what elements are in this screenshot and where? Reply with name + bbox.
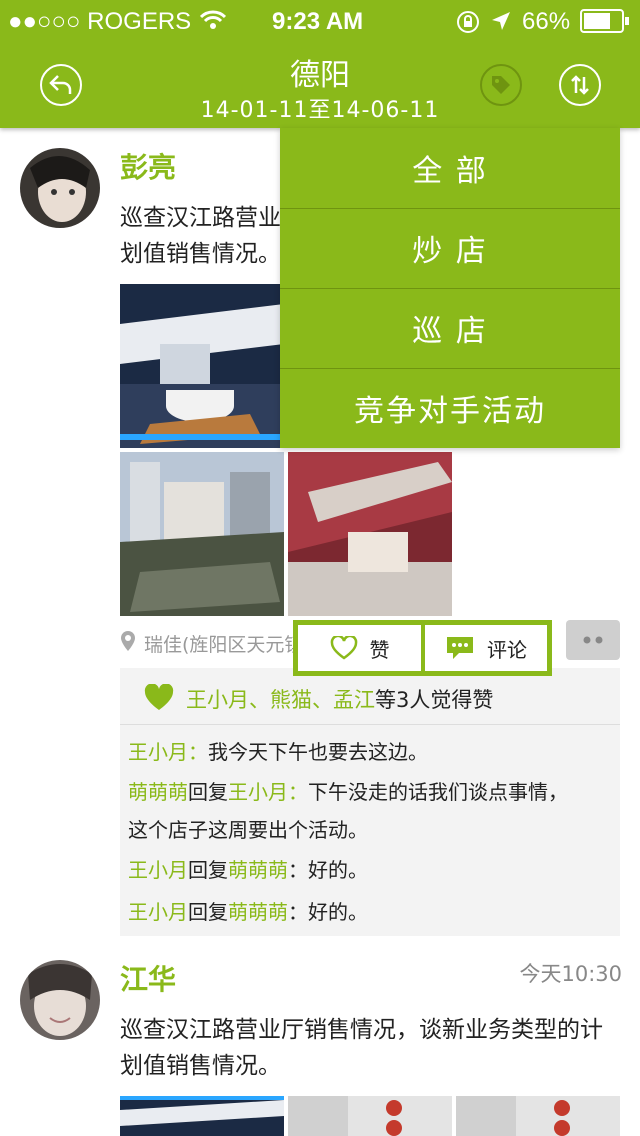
comment-user[interactable]: 王小月: [128, 900, 188, 924]
page-title: 德阳: [290, 58, 350, 93]
likes-suffix: 等3人觉得赞: [375, 688, 494, 712]
menu-item-store-inspection[interactable]: 巡 店: [280, 288, 620, 368]
filter-tag-button[interactable]: [480, 64, 522, 106]
battery-icon: [580, 9, 630, 37]
like-label: 赞: [369, 637, 390, 662]
reply-word: 回复: [188, 780, 228, 804]
heart-filled-icon: [144, 684, 174, 710]
liker-names[interactable]: 王小月、熊猫、孟江: [186, 688, 375, 712]
comment-label: 评论: [487, 637, 527, 662]
comment-colon: ：: [288, 780, 308, 804]
location-arrow-icon: [490, 10, 512, 36]
comment-text: 好的。: [308, 900, 368, 924]
reply-target[interactable]: 王小月: [228, 780, 288, 804]
comment-user[interactable]: 王小月: [128, 858, 188, 882]
comment-text: 好的。: [308, 858, 368, 882]
tag-icon: [492, 76, 510, 94]
reply-word: 回复: [188, 858, 228, 882]
menu-item-all[interactable]: 全 部: [280, 128, 620, 208]
dots-icon: [558, 632, 603, 648]
reply-target[interactable]: 萌萌萌: [228, 900, 288, 924]
avatar[interactable]: [20, 148, 100, 228]
comment-item[interactable]: 王小月：我今天下午也要去这边。: [128, 736, 428, 765]
battery-percent: 66%: [522, 8, 571, 35]
date-range: 14-01-11至14-06-11: [200, 98, 440, 123]
menu-item-promotion-store[interactable]: 炒 店: [280, 208, 620, 288]
comment-text-continued: 这个店子这周要出个活动。: [128, 818, 368, 842]
action-bar: 赞 评论: [293, 620, 552, 676]
post-photo[interactable]: [120, 1096, 284, 1136]
post-author[interactable]: 江华: [120, 958, 176, 998]
post-text-line: 巡查汉江路营业: [120, 205, 281, 231]
more-options-button[interactable]: [558, 620, 620, 660]
comment-item[interactable]: 王小月回复萌萌萌：好的。: [128, 854, 368, 883]
post-photo[interactable]: [120, 452, 284, 616]
menu-item-competitor-activity[interactable]: 竞争对手活动: [280, 368, 620, 448]
heart-outline-icon: [330, 636, 357, 660]
reply-target[interactable]: 萌萌萌: [228, 858, 288, 882]
filter-dropdown-menu: 全 部 炒 店 巡 店 竞争对手活动: [280, 128, 620, 448]
clock-label: 9:23 AM: [272, 8, 364, 35]
location-pin-icon: [120, 630, 136, 656]
sort-button[interactable]: [559, 64, 601, 106]
comment-item[interactable]: 萌萌萌回复王小月：下午没走的话我们谈点事情，: [128, 776, 568, 805]
reply-word: 回复: [188, 900, 228, 924]
likes-comments-panel: 王小月、熊猫、孟江等3人觉得赞 王小月：我今天下午也要去这边。 萌萌萌回复王小月…: [120, 668, 620, 936]
comment-colon: ：: [288, 900, 308, 924]
navigation-header: ●●○○○ ROGERS 9:23 AM 66% 德阳 14-01-11至14-…: [0, 0, 640, 128]
avatar[interactable]: [20, 960, 100, 1040]
divider: [120, 724, 620, 725]
post-time: 今天10:30: [519, 962, 622, 986]
post-photo[interactable]: [288, 1096, 452, 1136]
comment-colon: ：: [288, 858, 308, 882]
comment-colon: ：: [188, 740, 208, 764]
post-text-line: 划值销售情况。: [120, 1053, 281, 1079]
carrier-label: ●●○○○ ROGERS: [8, 8, 192, 35]
sort-arrows-icon: [571, 75, 589, 95]
wifi-icon: [199, 10, 227, 34]
comment-text: 我今天下午也要去这边。: [208, 740, 428, 764]
rotation-lock-icon: [456, 10, 480, 38]
comment-user[interactable]: 王小月: [128, 740, 188, 764]
comment-button[interactable]: 评论: [425, 625, 547, 671]
post-photo[interactable]: [288, 452, 452, 616]
post-photo[interactable]: [120, 284, 284, 448]
like-button[interactable]: 赞: [298, 625, 421, 671]
speech-bubble-icon: [447, 637, 473, 659]
likes-summary: 王小月、熊猫、孟江等3人觉得赞: [186, 684, 493, 714]
comment-item[interactable]: 王小月回复萌萌萌：好的。: [128, 896, 368, 925]
post-text-line: 巡查汉江路营业厅销售情况，谈新业务类型的计: [120, 1017, 603, 1043]
post-author[interactable]: 彭亮: [120, 146, 176, 186]
comment-user[interactable]: 萌萌萌: [128, 780, 188, 804]
post-location[interactable]: 瑞佳(旌阳区天元镇: [144, 630, 303, 657]
comment-text: 下午没走的话我们谈点事情，: [308, 780, 568, 804]
post-photo[interactable]: [456, 1096, 620, 1136]
post-text-line: 划值销售情况。: [120, 241, 281, 267]
